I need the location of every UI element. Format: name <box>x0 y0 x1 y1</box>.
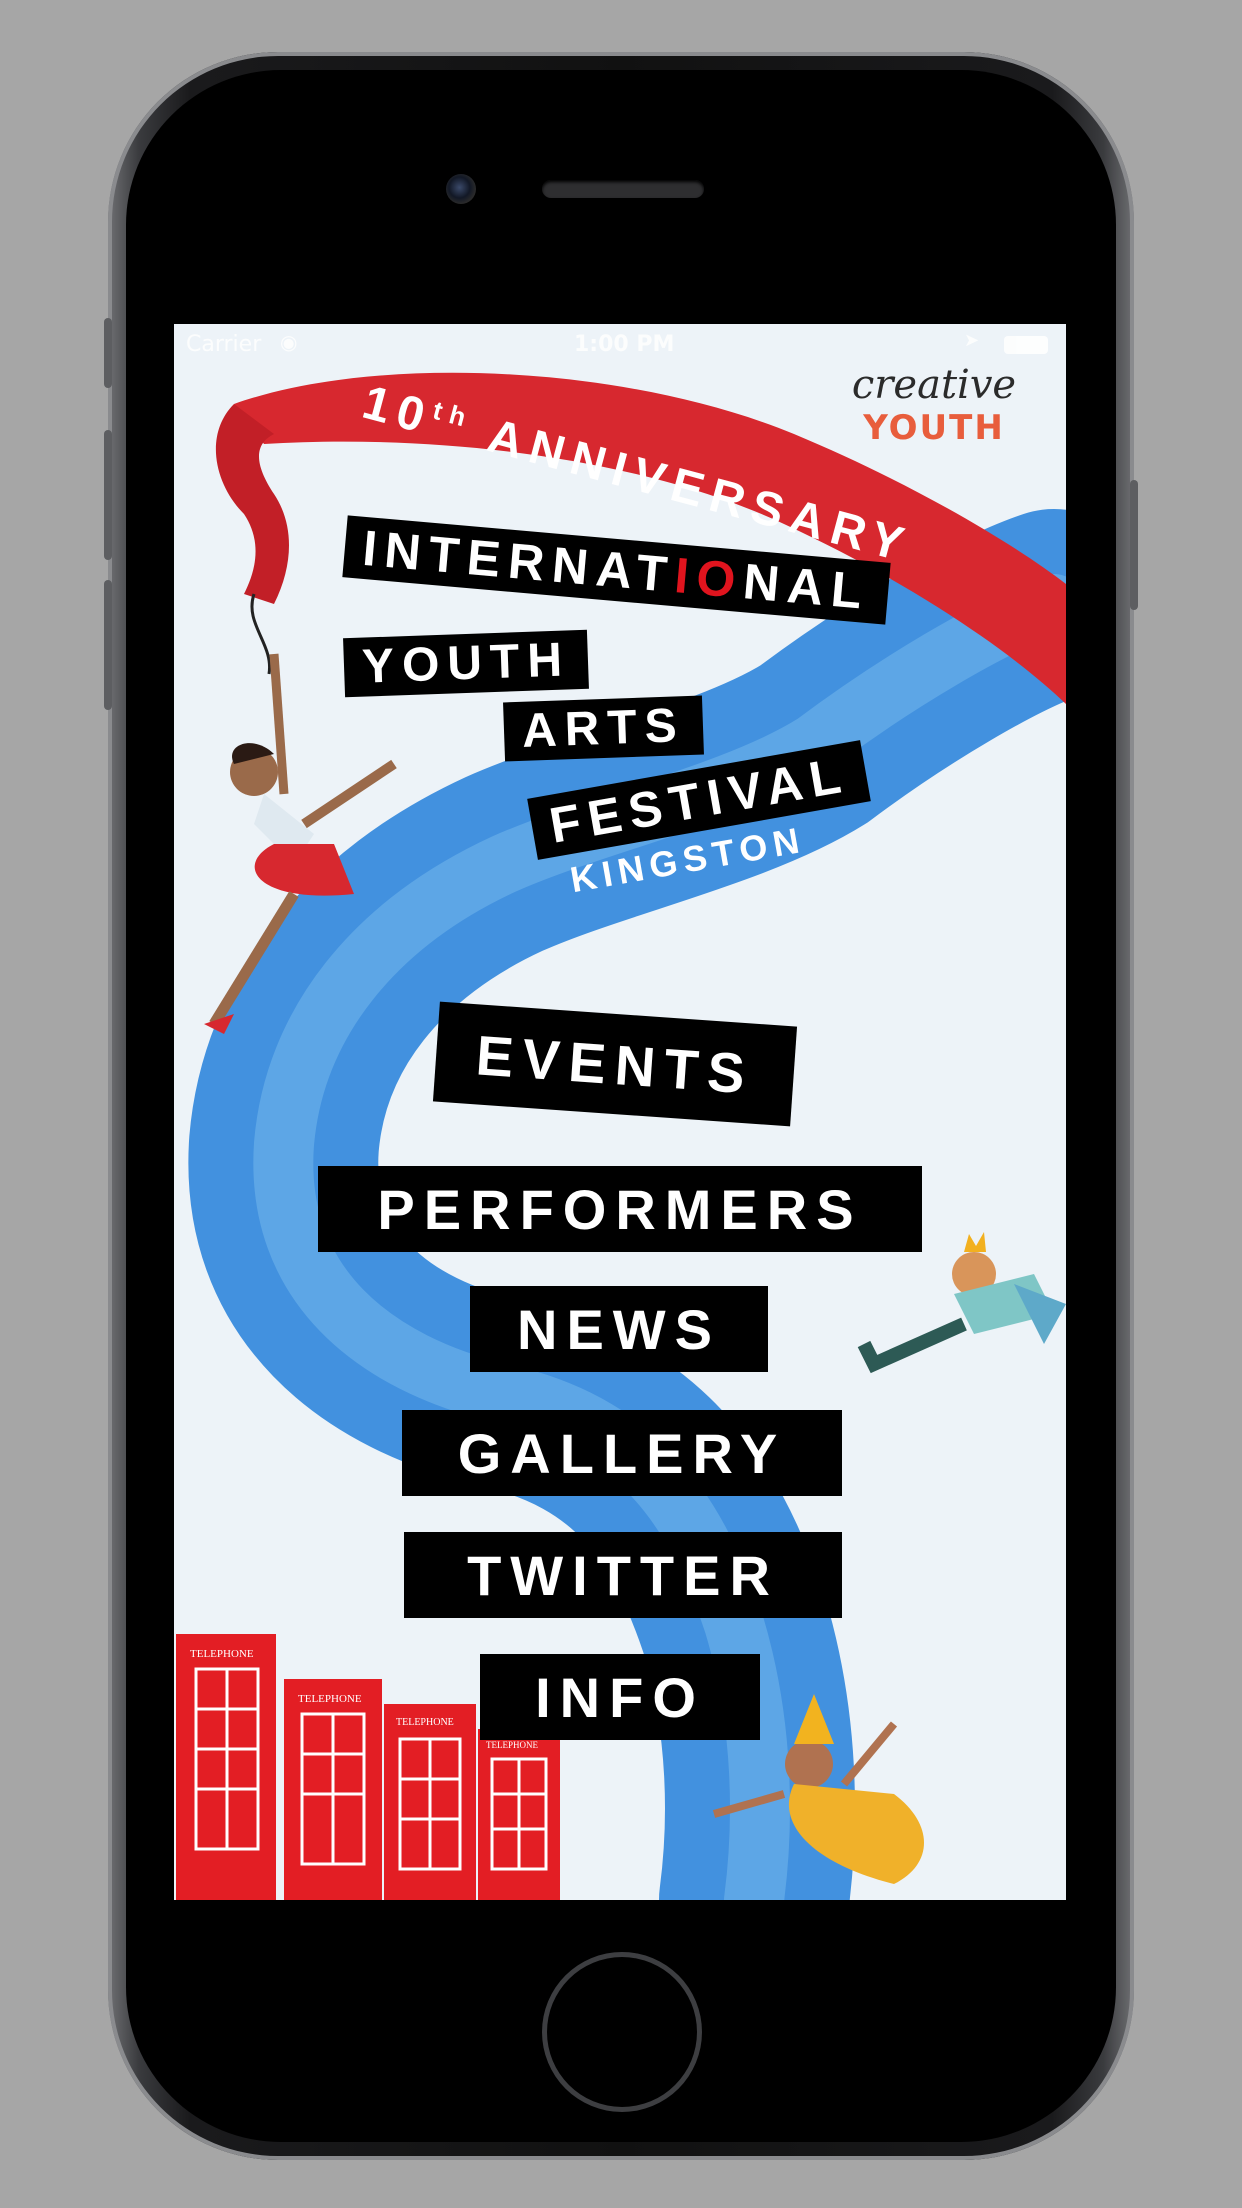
location-arrow-icon: ➤ <box>964 330 980 351</box>
battery-icon <box>1004 336 1048 354</box>
gallery-button[interactable]: GALLERY <box>402 1410 842 1496</box>
phone-booth-sign: TELEPHONE <box>486 1740 538 1750</box>
title-youth: YOUTH <box>343 629 589 698</box>
title-international-accent: IO <box>672 547 746 610</box>
status-time: 1:00 PM <box>574 332 675 357</box>
title-youth-text: YOUTH <box>361 633 571 694</box>
volume-up-button <box>104 430 112 560</box>
creative-youth-logo: creative YOUTH <box>834 362 1034 452</box>
anniversary-suffix: th <box>429 394 477 435</box>
phone-booth-sign: TELEPHONE <box>190 1648 254 1660</box>
home-button[interactable] <box>542 1952 702 2112</box>
power-button <box>1130 480 1138 610</box>
wifi-icon: ◉ <box>280 330 298 354</box>
earpiece-speaker <box>542 180 704 198</box>
front-camera <box>446 174 476 204</box>
news-button[interactable]: NEWS <box>470 1286 768 1372</box>
twitter-button[interactable]: TWITTER <box>404 1532 842 1618</box>
status-bar: Carrier ◉ 1:00 PM ➤ <box>174 324 1066 364</box>
title-international-part2: NAL <box>740 553 873 621</box>
performers-button[interactable]: PERFORMERS <box>318 1166 922 1252</box>
brush-handle <box>250 593 272 675</box>
info-button[interactable]: INFO <box>480 1654 760 1740</box>
title-arts-text: ARTS <box>521 699 686 758</box>
brand-youth: YOUTH <box>863 408 1005 448</box>
carrier-label: Carrier <box>186 332 262 357</box>
brand-script: creative <box>851 362 1017 408</box>
title-arts: ARTS <box>503 695 704 762</box>
volume-down-button <box>104 580 112 710</box>
phone-booth-sign: TELEPHONE <box>396 1717 454 1728</box>
mute-switch <box>104 318 112 388</box>
phone-booth-sign: TELEPHONE <box>298 1693 362 1705</box>
app-screen: TELEPHONE TELEPHONE TELEPHONE TELEPHONE … <box>174 324 1066 1900</box>
